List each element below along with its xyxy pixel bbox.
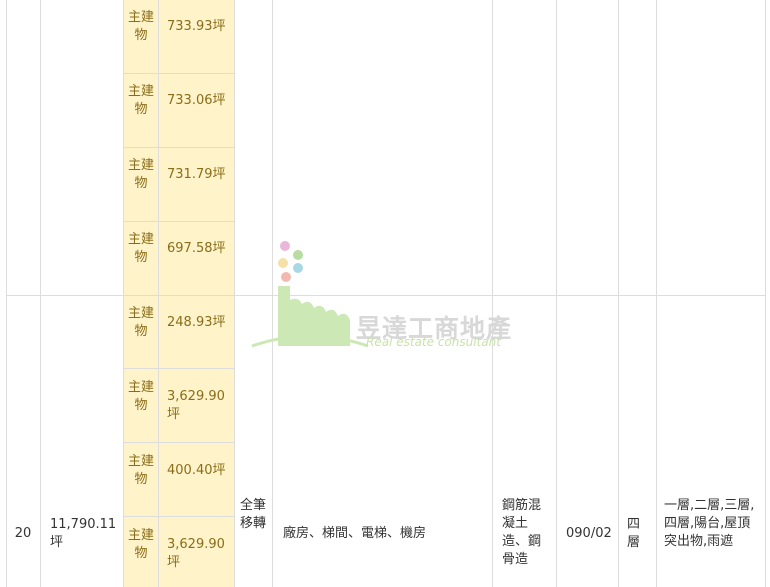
entry-area: 697.58坪 bbox=[167, 241, 226, 256]
entry-label: 主建物 bbox=[127, 528, 154, 561]
row-number: 20 bbox=[14, 526, 32, 541]
entry-label: 主建物 bbox=[127, 10, 154, 43]
entry-area: 731.79坪 bbox=[167, 167, 226, 182]
entry-label: 主建物 bbox=[127, 306, 154, 339]
completion-date: 090/02 bbox=[566, 526, 612, 541]
entry-label: 主建物 bbox=[127, 232, 154, 265]
entry-area: 3,629.90坪 bbox=[167, 389, 225, 422]
company-watermark: 昱達工商地產 Real estate consultant bbox=[250, 238, 530, 350]
entry-label: 主建物 bbox=[127, 454, 154, 487]
entry-area: 400.40坪 bbox=[167, 463, 226, 478]
building-uses: 廠房、梯間、電梯、機房 bbox=[283, 526, 427, 541]
structure-type: 鋼筋混凝土造、鋼骨造 bbox=[502, 498, 542, 567]
entry-area: 248.93坪 bbox=[167, 315, 226, 330]
entry-label: 主建物 bbox=[127, 84, 154, 117]
floor-detail: 一層,二層,三層,四層,陽台,屋頂突出物,雨遮 bbox=[664, 498, 755, 549]
entry-area: 3,629.90坪 bbox=[167, 537, 225, 570]
entry-label: 主建物 bbox=[127, 158, 154, 191]
entry-area: 733.93坪 bbox=[167, 19, 226, 34]
floor-count: 四層 bbox=[627, 517, 641, 550]
transfer-type: 全筆移轉 bbox=[240, 498, 267, 531]
total-area: 11,790.11坪 bbox=[50, 517, 117, 550]
watermark-subtitle: Real estate consultant bbox=[366, 335, 501, 349]
entry-area: 733.06坪 bbox=[167, 93, 226, 108]
entry-label: 主建物 bbox=[127, 380, 154, 413]
